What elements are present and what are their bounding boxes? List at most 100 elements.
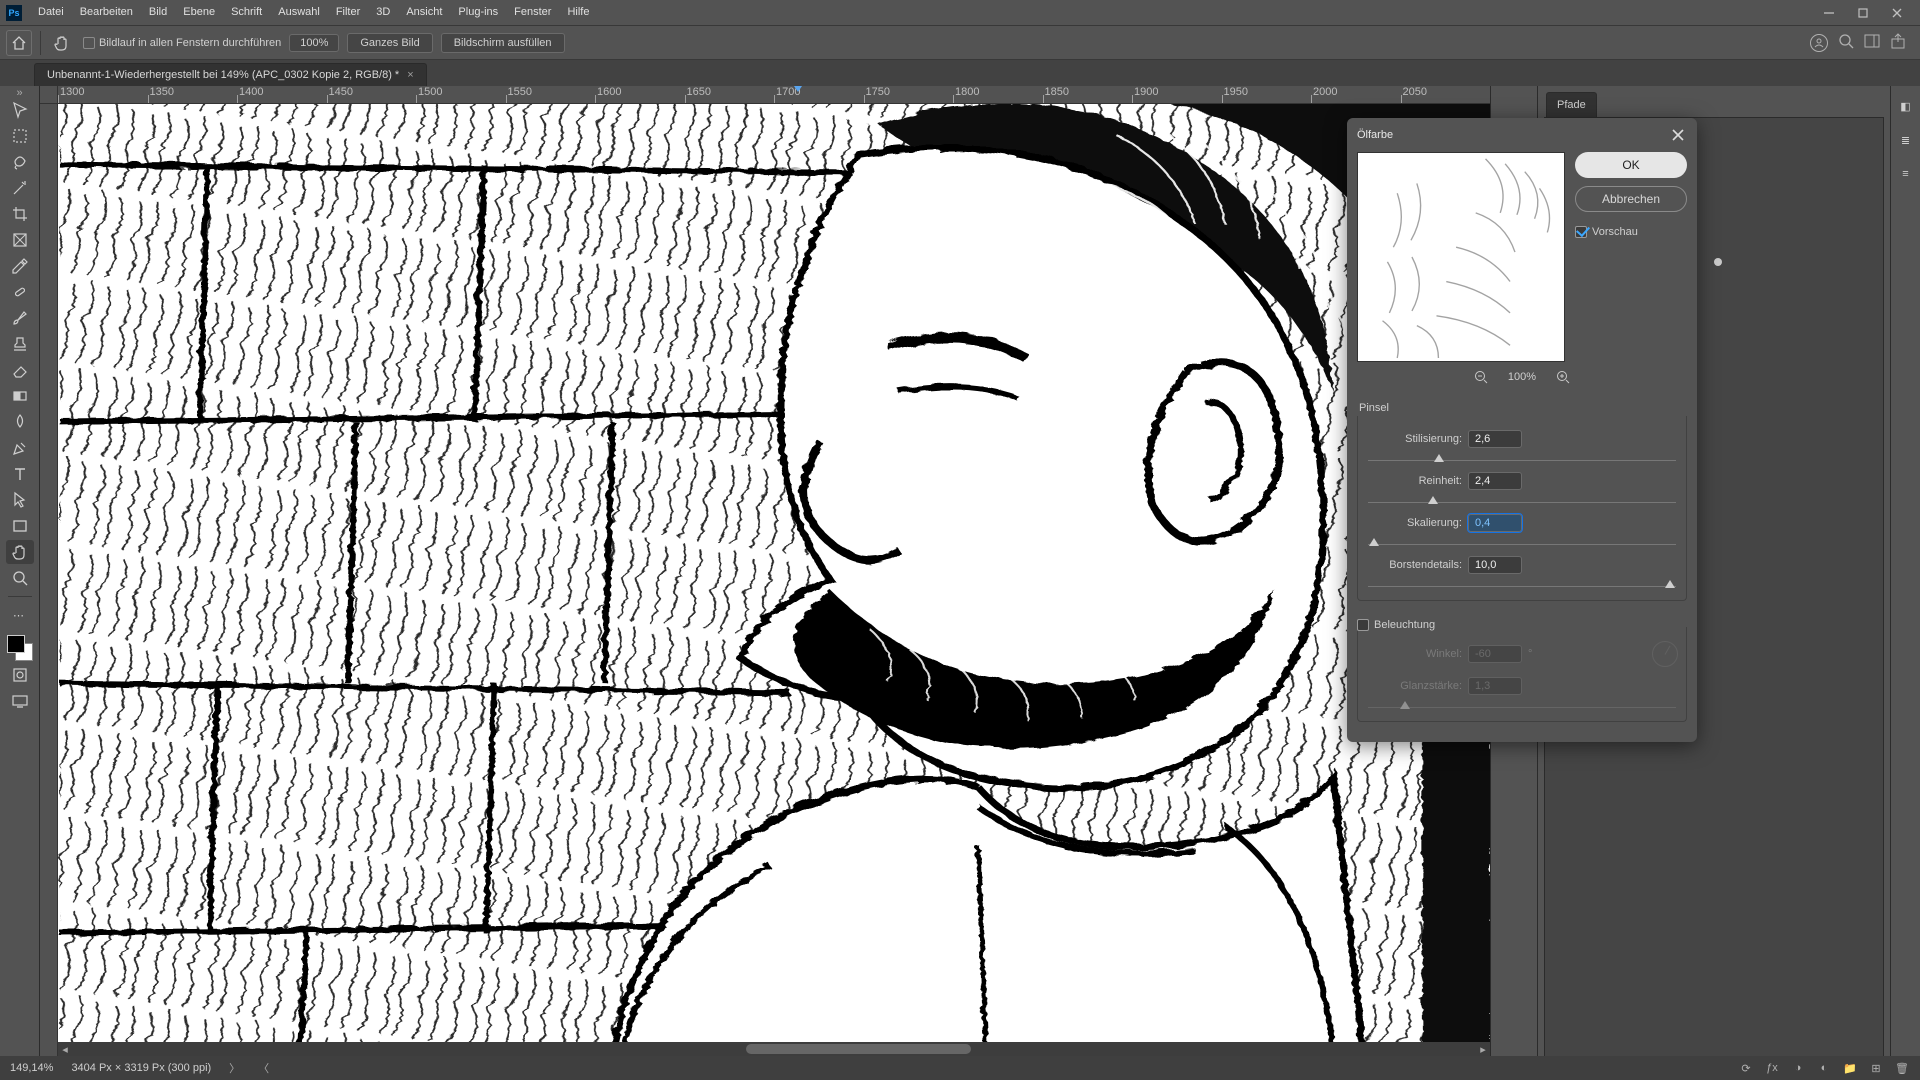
menu-schrift[interactable]: Schrift	[223, 0, 270, 25]
status-icon-sync[interactable]: ⟳	[1738, 1060, 1754, 1076]
menu-bild[interactable]: Bild	[141, 0, 175, 25]
tool-gradient[interactable]	[6, 384, 34, 408]
scale-slider[interactable]	[1368, 534, 1676, 550]
ruler-tick: 1700	[774, 86, 864, 103]
preview-zoom-value: 100%	[1508, 371, 1536, 383]
stylization-slider[interactable]	[1368, 450, 1676, 466]
tool-crop[interactable]	[6, 202, 34, 226]
tool-quickmask[interactable]	[6, 663, 34, 687]
status-icon-mask[interactable]: ◑	[1790, 1060, 1806, 1076]
tool-path-select[interactable]	[6, 488, 34, 512]
tool-move[interactable]	[6, 98, 34, 122]
tool-screenmode[interactable]	[6, 689, 34, 713]
tool-heal[interactable]	[6, 280, 34, 304]
status-less-indicator[interactable]: 〈	[258, 1060, 269, 1076]
scroll-all-windows-checkbox[interactable]: Bildlauf in allen Fenstern durchführen	[83, 37, 281, 49]
bristle-detail-slider[interactable]	[1368, 576, 1676, 592]
tool-eyedropper[interactable]	[6, 254, 34, 278]
tool-edit-toolbar[interactable]: ⋯	[6, 603, 34, 627]
search-button[interactable]	[1838, 33, 1854, 52]
tool-zoom[interactable]	[6, 566, 34, 590]
ruler-tick: 1350	[148, 86, 238, 103]
cloud-user-icon[interactable]	[1810, 34, 1828, 52]
preview-zoom-out-button[interactable]	[1472, 368, 1490, 386]
status-dimensions[interactable]: 3404 Px × 3319 Px (300 ppi)	[71, 1062, 211, 1074]
menu-datei[interactable]: Datei	[30, 0, 72, 25]
menu-fenster[interactable]: Fenster	[506, 0, 559, 25]
status-icon-folder[interactable]: 📁	[1842, 1060, 1858, 1076]
active-tool-hand-icon[interactable]	[49, 30, 75, 56]
tool-brush[interactable]	[6, 306, 34, 330]
scroll-right-button[interactable]: ▸	[1476, 1042, 1490, 1056]
window-close-button[interactable]	[1880, 0, 1914, 25]
bristle-detail-input[interactable]: 10,0	[1468, 556, 1522, 574]
menu-auswahl[interactable]: Auswahl	[270, 0, 328, 25]
preview-zoom-in-button[interactable]	[1554, 368, 1572, 386]
menu-ebene[interactable]: Ebene	[175, 0, 223, 25]
preview-checkbox[interactable]: Vorschau	[1575, 226, 1687, 238]
ruler-tick: 1750	[864, 86, 954, 103]
scrollbar-thumb[interactable]	[746, 1044, 971, 1054]
menu-filter[interactable]: Filter	[328, 0, 368, 25]
menu-3d[interactable]: 3D	[368, 0, 398, 25]
home-button[interactable]	[6, 30, 32, 56]
menu-bearbeiten[interactable]: Bearbeiten	[72, 0, 141, 25]
scroll-left-button[interactable]: ◂	[58, 1042, 72, 1056]
tool-type[interactable]	[6, 462, 34, 486]
cleanliness-slider[interactable]	[1368, 492, 1676, 508]
stylization-input[interactable]: 2,6	[1468, 430, 1522, 448]
ruler-corner	[40, 86, 58, 104]
tool-blur[interactable]	[6, 410, 34, 434]
workspace-switcher[interactable]	[1864, 33, 1880, 52]
canvas-area[interactable]: 1300 1350 1400 1450 1500 1550 1600 1650 …	[40, 86, 1490, 1056]
scale-input[interactable]: 0,4	[1468, 514, 1522, 532]
dialog-close-button[interactable]	[1669, 126, 1687, 144]
window-maximize-button[interactable]	[1846, 0, 1880, 25]
horizontal-scrollbar[interactable]: ◂ ▸	[58, 1042, 1490, 1056]
status-icon-trash[interactable]: 🗑	[1894, 1060, 1910, 1076]
tab-close-button[interactable]: ×	[407, 69, 413, 81]
document-canvas[interactable]	[58, 104, 1490, 1042]
status-icon-new[interactable]: ⊞	[1868, 1060, 1884, 1076]
tool-frame[interactable]	[6, 228, 34, 252]
home-icon	[11, 35, 27, 51]
dialog-cancel-button[interactable]: Abbrechen	[1575, 186, 1687, 212]
ruler-tick: 1400	[237, 86, 327, 103]
tool-magic-wand[interactable]	[6, 176, 34, 200]
window-minimize-button[interactable]	[1812, 0, 1846, 25]
vertical-ruler[interactable]	[40, 104, 58, 1056]
dock-icon-column: ◧ ≣ ≡	[1890, 86, 1920, 1056]
status-icon-fx[interactable]: ƒx	[1764, 1060, 1780, 1076]
menu-plugins[interactable]: Plug-ins	[450, 0, 506, 25]
foreground-color-swatch[interactable]	[7, 635, 25, 653]
status-more-indicator[interactable]: 〉	[229, 1060, 240, 1076]
dialog-preview[interactable]	[1357, 152, 1565, 362]
menu-hilfe[interactable]: Hilfe	[559, 0, 597, 25]
tool-rectangle[interactable]	[6, 514, 34, 538]
color-swatches[interactable]	[7, 635, 33, 661]
status-icon-adjust[interactable]: ◐	[1816, 1060, 1832, 1076]
collapsed-panel-icon-2[interactable]: ≣	[1894, 130, 1918, 150]
scrollbar-track[interactable]	[72, 1042, 1476, 1056]
fit-whole-image-button[interactable]: Ganzes Bild	[347, 33, 432, 53]
cleanliness-input[interactable]: 2,4	[1468, 472, 1522, 490]
dialog-titlebar[interactable]: Ölfarbe	[1347, 118, 1697, 152]
document-tab[interactable]: Unbenannt-1-Wiederhergestellt bei 149% (…	[34, 63, 427, 86]
menu-ansicht[interactable]: Ansicht	[398, 0, 450, 25]
fill-screen-button[interactable]: Bildschirm ausfüllen	[441, 33, 565, 53]
tool-marquee[interactable]	[6, 124, 34, 148]
tool-hand[interactable]	[6, 540, 34, 564]
panel-tab-pfade[interactable]: Pfade	[1546, 92, 1597, 117]
tool-lasso[interactable]	[6, 150, 34, 174]
zoom-level-field[interactable]: 100%	[289, 34, 339, 52]
tool-pen[interactable]	[6, 436, 34, 460]
horizontal-ruler[interactable]: 1300 1350 1400 1450 1500 1550 1600 1650 …	[58, 86, 1490, 104]
dialog-ok-button[interactable]: OK	[1575, 152, 1687, 178]
tool-eraser[interactable]	[6, 358, 34, 382]
status-zoom[interactable]: 149,14%	[10, 1062, 53, 1074]
tool-stamp[interactable]	[6, 332, 34, 356]
collapsed-panel-icon-1[interactable]: ◧	[1894, 96, 1918, 116]
share-button[interactable]	[1890, 33, 1906, 52]
toolbox-expand-handle[interactable]: »	[10, 90, 30, 96]
collapsed-panel-icon-3[interactable]: ≡	[1894, 164, 1918, 184]
